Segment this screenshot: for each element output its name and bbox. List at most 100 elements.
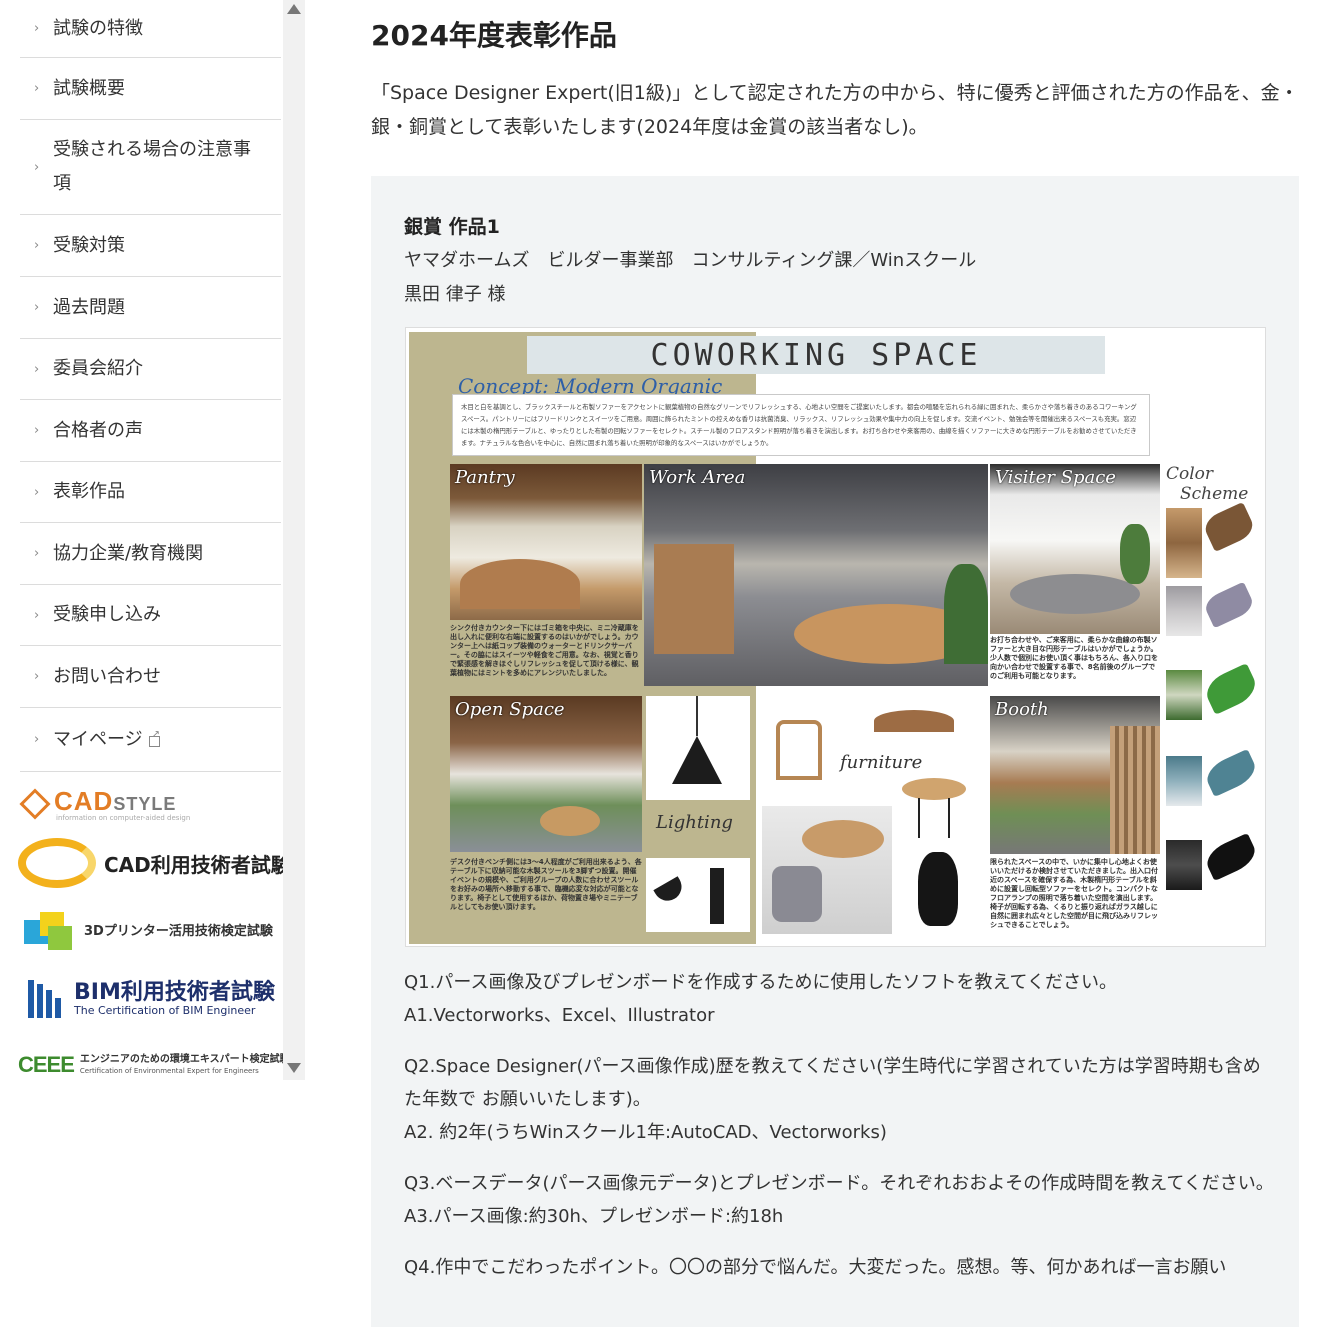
sidebar-item-mypage[interactable]: › マイページ	[20, 708, 281, 772]
sidebar-item-label: 受験される場合の注意事項	[53, 139, 251, 194]
board-title: COWORKING SPACE	[650, 338, 982, 373]
booth-label: Booth	[995, 699, 1049, 720]
sidebar-item-prep[interactable]: › 受験対策	[20, 215, 281, 277]
answer-text: A2. 約2年(うちWinスクール1年:AutoCAD、Vectorworks)	[404, 1122, 887, 1143]
chevron-right-icon: ›	[34, 669, 40, 684]
answer-text: A3.パース画像:約30h、プレゼンボード:約18h	[404, 1206, 784, 1227]
cube-icon	[18, 906, 80, 952]
work-area-label: Work Area	[649, 467, 746, 488]
chevron-right-icon: ›	[34, 300, 40, 315]
sidebar-item-label: マイページ	[53, 728, 143, 750]
stool-photo	[902, 848, 974, 932]
visitor-caption: お打ち合わせや、ご来客用に、柔らかな曲線の布製ソファーと大き目な円形テーブルはい…	[990, 636, 1158, 680]
pendant-lamp-photo	[646, 696, 750, 800]
cad-exam-mark-icon	[18, 838, 96, 888]
swivel-chair-photo	[762, 806, 892, 934]
open-space-caption: デスク付きベンチ側には3〜4人程度がご利用出来るよう、各テーブル下に収納可能な木…	[450, 858, 642, 911]
sidebar-item-label: 試験の特徴	[53, 17, 143, 39]
chevron-right-icon: ›	[34, 732, 40, 747]
sidebar-item-voices[interactable]: › 合格者の声	[20, 400, 281, 462]
pantry-caption: シンク付きカウンター下にはゴミ箱を中央に、ミニ冷蔵庫を出し入れに便利な右端に設置…	[450, 624, 639, 677]
black-brush-swatch	[1202, 832, 1260, 882]
award-heading: 銀賞 作品1	[404, 216, 500, 238]
award-company: ヤマダホームズ ビルダー事業部 コンサルティング課／Winスクール	[404, 250, 977, 271]
gray-brush-swatch	[1201, 581, 1257, 629]
scroll-up-icon[interactable]	[287, 4, 301, 14]
sidebar-item-features[interactable]: › 試験の特徴	[20, 0, 281, 58]
work-area-photo: Work Area	[644, 464, 988, 686]
open-space-photo: Open Space	[450, 696, 642, 852]
chevron-right-icon: ›	[34, 607, 40, 623]
visitor-space-photo: Visiter Space	[990, 464, 1160, 634]
sidebar-item-label: 委員会紹介	[53, 358, 143, 379]
answer-text: A1.Vectorworks、Excel、Illustrator	[404, 1005, 715, 1026]
sidebar-item-partners[interactable]: › 協力企業/教育機関	[20, 523, 281, 585]
presentation-board: COWORKING SPACE Concept: Modern Organic …	[405, 327, 1266, 947]
sidebar-item-label: お問い合わせ	[53, 665, 161, 687]
chevron-right-icon: ›	[34, 159, 40, 175]
sidebar-item-overview[interactable]: › 試験概要	[20, 58, 281, 120]
sidebar-item-awards[interactable]: › 表彰作品	[20, 462, 281, 523]
sidebar-scrollbar[interactable]	[283, 0, 305, 1080]
qa-item: Q4.作中でこだわったポイント。〇〇の部分で悩んだ。大変だった。感想。等、何かあ…	[404, 1251, 1274, 1284]
bench-photo	[868, 696, 960, 748]
sidebar-item-notes[interactable]: › 受験される場合の注意事項	[20, 120, 281, 215]
qa-item: Q2.Space Designer(パース画像作成)歴を教えてください(学生時代…	[404, 1050, 1274, 1149]
color-scheme-label: Color Scheme	[1166, 464, 1249, 504]
bim-bars-icon	[18, 976, 68, 1022]
sidebar-item-past-exams[interactable]: › 過去問題	[20, 277, 281, 339]
sidebar-item-label: 合格者の声	[53, 419, 143, 441]
sidebar-item-committee[interactable]: › 委員会紹介	[20, 339, 281, 400]
teal-swatch	[1166, 756, 1202, 806]
sidebar: › 試験の特徴 › 試験概要 › 受験される場合の注意事項 › 受験対策 › 過…	[0, 0, 305, 1080]
ceee-exam-logo[interactable]: CEEE エンジニアのための環境エキスパート検定試験 Certification…	[18, 1052, 290, 1078]
scroll-down-icon[interactable]	[287, 1063, 301, 1073]
qa-item: Q3.ベースデータ(パース画像元データ)とプレゼンボード。それぞれおおよその作成…	[404, 1167, 1274, 1233]
sidebar-item-label: 受験申し込み	[53, 604, 161, 625]
3d-printer-exam-logo[interactable]: 3Dプリンター活用技術検定試験	[18, 906, 273, 952]
furniture-label: furniture	[840, 752, 923, 773]
intro-text: 「Space Designer Expert(旧1級)」として認定された方の中か…	[371, 82, 1299, 138]
sidebar-item-label: 表彰作品	[53, 481, 125, 502]
sidebar-item-label: 過去問題	[53, 296, 125, 318]
board-description: 木目と白を基調とし、ブラックスチールと布製ソファーをアクセントに観葉植物の自然な…	[452, 394, 1150, 456]
external-link-icon	[148, 729, 161, 747]
chevron-right-icon: ›	[34, 238, 40, 253]
sidebar-nav: › 試験の特徴 › 試験概要 › 受験される場合の注意事項 › 受験対策 › 過…	[20, 0, 281, 772]
award-winner: 黒田 律子 様	[404, 284, 506, 305]
sidebar-item-label: 受験対策	[53, 234, 125, 256]
chevron-right-icon: ›	[34, 546, 40, 561]
lighting-label: Lighting	[656, 812, 733, 833]
booth-photo: Booth	[990, 696, 1160, 854]
chevron-right-icon: ›	[34, 81, 40, 96]
wall-lamp-photo	[646, 858, 750, 932]
question-text: Q4.作中でこだわったポイント。〇〇の部分で悩んだ。大変だった。感想。等、何かあ…	[404, 1257, 1227, 1278]
qa-item: Q1.パース画像及びプレゼンボードを作成するために使用したソフトを教えてください…	[404, 966, 1274, 1032]
gray-swatch	[1166, 586, 1202, 636]
booth-caption: 限られたスペースの中で、いかに集中し心地よくお使いいただけるか検討させていただき…	[990, 858, 1158, 929]
sidebar-item-label: 試験概要	[53, 77, 125, 99]
award-panel: 銀賞 作品1 ヤマダホームズ ビルダー事業部 コンサルティング課／Winスクール…	[371, 176, 1299, 1327]
sidebar-item-apply[interactable]: › 受験申し込み	[20, 585, 281, 646]
chevron-right-icon: ›	[34, 361, 40, 377]
bim-exam-logo[interactable]: BIM利用技術者試験 The Certification of BIM Engi…	[18, 976, 275, 1022]
round-table-photo	[898, 772, 970, 844]
chair-photo	[762, 696, 836, 800]
open-space-label: Open Space	[455, 699, 565, 720]
teal-brush-swatch	[1202, 748, 1260, 798]
chevron-right-icon: ›	[34, 423, 40, 438]
question-text: Q2.Space Designer(パース画像作成)歴を教えてください(学生時代…	[404, 1056, 1261, 1110]
visitor-space-label: Visiter Space	[995, 467, 1116, 488]
sidebar-item-contact[interactable]: › お問い合わせ	[20, 646, 281, 708]
chevron-right-icon: ›	[34, 21, 40, 36]
pantry-label: Pantry	[455, 467, 515, 488]
cadstyle-logo[interactable]: CADSTYLE information on computer-aided d…	[18, 786, 190, 822]
question-text: Q3.ベースデータ(パース画像元データ)とプレゼンボード。それぞれおおよその作成…	[404, 1173, 1274, 1194]
cad-exam-logo[interactable]: CAD利用技術者試験	[18, 838, 291, 888]
wood-swatch	[1166, 508, 1202, 578]
question-text: Q1.パース画像及びプレゼンボードを作成するために使用したソフトを教えてください…	[404, 972, 1117, 993]
pantry-photo: Pantry	[450, 464, 642, 620]
green-brush-swatch	[1201, 663, 1261, 715]
black-swatch	[1166, 840, 1202, 890]
ceee-mark: CEEE	[18, 1052, 75, 1077]
